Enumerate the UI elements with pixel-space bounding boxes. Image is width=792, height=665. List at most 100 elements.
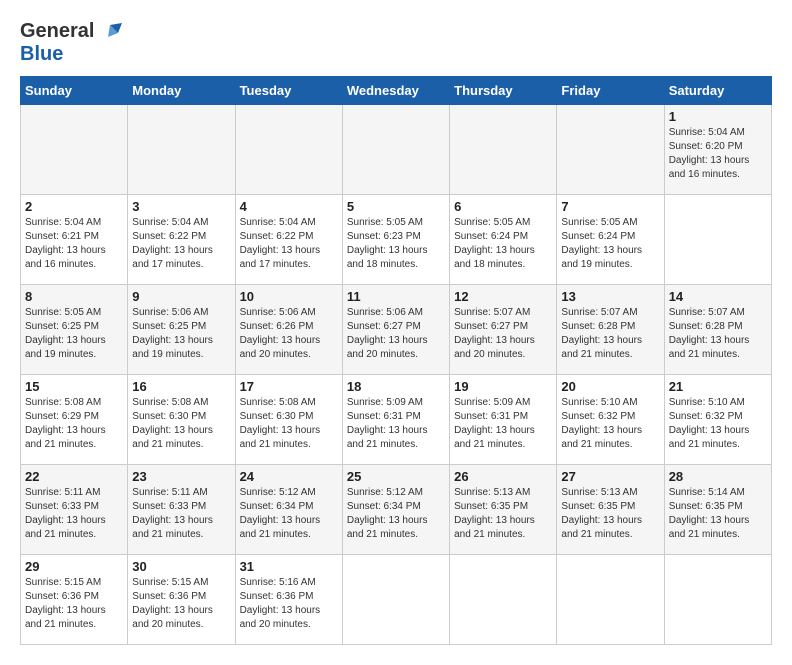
day-info: Sunrise: 5:15 AMSunset: 6:36 PMDaylight:… — [132, 576, 230, 632]
weekday-header: Saturday — [664, 77, 771, 105]
calendar-cell — [557, 555, 664, 645]
calendar-cell: 7 Sunrise: 5:05 AMSunset: 6:24 PMDaylight… — [557, 195, 664, 285]
day-number: 17 — [240, 379, 338, 394]
day-info: Sunrise: 5:05 AMSunset: 6:24 PMDaylight:… — [561, 216, 659, 272]
calendar-cell: 9 Sunrise: 5:06 AMSunset: 6:25 PMDaylight… — [128, 285, 235, 375]
day-info: Sunrise: 5:09 AMSunset: 6:31 PMDaylight:… — [347, 396, 445, 452]
day-number: 13 — [561, 289, 659, 304]
calendar-week-row: 22Sunrise: 5:11 AMSunset: 6:33 PMDayligh… — [21, 465, 772, 555]
weekday-header: Tuesday — [235, 77, 342, 105]
day-number: 1 — [669, 109, 767, 124]
day-number: 15 — [25, 379, 123, 394]
calendar-cell: 20 Sunrise: 5:10 AMSunset: 6:32 PMDayligh… — [557, 375, 664, 465]
calendar-cell: 19 Sunrise: 5:09 AMSunset: 6:31 PMDayligh… — [450, 375, 557, 465]
calendar-cell — [342, 105, 449, 195]
calendar-table: SundayMondayTuesdayWednesdayThursdayFrid… — [20, 76, 772, 645]
logo-text: General Blue — [20, 20, 122, 66]
calendar-cell: 15 Sunrise: 5:08 AMSunset: 6:29 PMDayligh… — [21, 375, 128, 465]
logo-bird-icon — [100, 23, 122, 41]
day-info: Sunrise: 5:09 AMSunset: 6:31 PMDaylight:… — [454, 396, 552, 452]
calendar-week-row: 2 Sunrise: 5:04 AMSunset: 6:21 PMDaylight… — [21, 195, 772, 285]
day-number: 23 — [132, 469, 230, 484]
calendar-cell: 6Sunrise: 5:05 AMSunset: 6:24 PMDaylight… — [450, 195, 557, 285]
day-number: 26 — [454, 469, 552, 484]
calendar-cell — [664, 195, 771, 285]
day-number: 8 — [25, 289, 123, 304]
day-info: Sunrise: 5:13 AMSunset: 6:35 PMDaylight:… — [454, 486, 552, 542]
calendar-cell: 27 Sunrise: 5:13 AMSunset: 6:35 PMDayligh… — [557, 465, 664, 555]
page-header: General Blue — [20, 20, 772, 66]
day-info: Sunrise: 5:13 AMSunset: 6:35 PMDaylight:… — [561, 486, 659, 542]
day-info: Sunrise: 5:07 AMSunset: 6:28 PMDaylight:… — [669, 306, 767, 362]
day-number: 24 — [240, 469, 338, 484]
calendar-cell: 5 Sunrise: 5:05 AMSunset: 6:23 PMDaylight… — [342, 195, 449, 285]
calendar-cell: 16 Sunrise: 5:08 AMSunset: 6:30 PMDayligh… — [128, 375, 235, 465]
day-info: Sunrise: 5:06 AMSunset: 6:25 PMDaylight:… — [132, 306, 230, 362]
day-number: 16 — [132, 379, 230, 394]
calendar-cell: 13 Sunrise: 5:07 AMSunset: 6:28 PMDayligh… — [557, 285, 664, 375]
day-number: 5 — [347, 199, 445, 214]
day-number: 29 — [25, 559, 123, 574]
calendar-cell: 23 Sunrise: 5:11 AMSunset: 6:33 PMDayligh… — [128, 465, 235, 555]
day-info: Sunrise: 5:04 AMSunset: 6:21 PMDaylight:… — [25, 216, 123, 272]
calendar-week-row: 29 Sunrise: 5:15 AMSunset: 6:36 PMDayligh… — [21, 555, 772, 645]
calendar-cell — [450, 555, 557, 645]
calendar-cell: 29 Sunrise: 5:15 AMSunset: 6:36 PMDayligh… — [21, 555, 128, 645]
day-info: Sunrise: 5:06 AMSunset: 6:26 PMDaylight:… — [240, 306, 338, 362]
day-number: 14 — [669, 289, 767, 304]
logo-blue: Blue — [20, 43, 122, 66]
calendar-cell: 12Sunrise: 5:07 AMSunset: 6:27 PMDayligh… — [450, 285, 557, 375]
day-info: Sunrise: 5:08 AMSunset: 6:30 PMDaylight:… — [132, 396, 230, 452]
day-info: Sunrise: 5:15 AMSunset: 6:36 PMDaylight:… — [25, 576, 123, 632]
day-number: 25 — [347, 469, 445, 484]
day-number: 19 — [454, 379, 552, 394]
calendar-cell — [235, 105, 342, 195]
day-number: 18 — [347, 379, 445, 394]
logo-general: General — [20, 20, 122, 43]
day-info: Sunrise: 5:05 AMSunset: 6:23 PMDaylight:… — [347, 216, 445, 272]
calendar-cell: 31 Sunrise: 5:16 AMSunset: 6:36 PMDayligh… — [235, 555, 342, 645]
day-number: 28 — [669, 469, 767, 484]
day-number: 20 — [561, 379, 659, 394]
day-info: Sunrise: 5:04 AMSunset: 6:20 PMDaylight:… — [669, 126, 767, 182]
calendar-cell: 8Sunrise: 5:05 AMSunset: 6:25 PMDaylight… — [21, 285, 128, 375]
day-info: Sunrise: 5:11 AMSunset: 6:33 PMDaylight:… — [25, 486, 123, 542]
day-number: 7 — [561, 199, 659, 214]
calendar-cell: 3Sunrise: 5:04 AMSunset: 6:22 PMDaylight… — [128, 195, 235, 285]
day-info: Sunrise: 5:16 AMSunset: 6:36 PMDaylight:… — [240, 576, 338, 632]
calendar-cell: 30 Sunrise: 5:15 AMSunset: 6:36 PMDayligh… — [128, 555, 235, 645]
weekday-header: Monday — [128, 77, 235, 105]
day-info: Sunrise: 5:08 AMSunset: 6:29 PMDaylight:… — [25, 396, 123, 452]
day-info: Sunrise: 5:08 AMSunset: 6:30 PMDaylight:… — [240, 396, 338, 452]
calendar-cell — [128, 105, 235, 195]
calendar-cell: 26 Sunrise: 5:13 AMSunset: 6:35 PMDayligh… — [450, 465, 557, 555]
calendar-cell: 10 Sunrise: 5:06 AMSunset: 6:26 PMDayligh… — [235, 285, 342, 375]
day-number: 9 — [132, 289, 230, 304]
day-info: Sunrise: 5:14 AMSunset: 6:35 PMDaylight:… — [669, 486, 767, 542]
day-number: 2 — [25, 199, 123, 214]
day-number: 10 — [240, 289, 338, 304]
calendar-cell: 28 Sunrise: 5:14 AMSunset: 6:35 PMDayligh… — [664, 465, 771, 555]
day-info: Sunrise: 5:07 AMSunset: 6:28 PMDaylight:… — [561, 306, 659, 362]
day-number: 3 — [132, 199, 230, 214]
day-number: 27 — [561, 469, 659, 484]
calendar-week-row: 8Sunrise: 5:05 AMSunset: 6:25 PMDaylight… — [21, 285, 772, 375]
calendar-cell — [664, 555, 771, 645]
calendar-cell: 18 Sunrise: 5:09 AMSunset: 6:31 PMDayligh… — [342, 375, 449, 465]
day-number: 30 — [132, 559, 230, 574]
day-info: Sunrise: 5:10 AMSunset: 6:32 PMDaylight:… — [561, 396, 659, 452]
calendar-week-row: 1 Sunrise: 5:04 AMSunset: 6:20 PMDaylight… — [21, 105, 772, 195]
calendar-cell: 14 Sunrise: 5:07 AMSunset: 6:28 PMDayligh… — [664, 285, 771, 375]
calendar-cell — [342, 555, 449, 645]
day-info: Sunrise: 5:11 AMSunset: 6:33 PMDaylight:… — [132, 486, 230, 542]
day-number: 12 — [454, 289, 552, 304]
calendar-cell: 22Sunrise: 5:11 AMSunset: 6:33 PMDayligh… — [21, 465, 128, 555]
calendar-cell: 25Sunrise: 5:12 AMSunset: 6:34 PMDayligh… — [342, 465, 449, 555]
calendar-cell: 1 Sunrise: 5:04 AMSunset: 6:20 PMDaylight… — [664, 105, 771, 195]
day-info: Sunrise: 5:04 AMSunset: 6:22 PMDaylight:… — [240, 216, 338, 272]
calendar-cell: 11Sunrise: 5:06 AMSunset: 6:27 PMDayligh… — [342, 285, 449, 375]
day-number: 31 — [240, 559, 338, 574]
day-number: 4 — [240, 199, 338, 214]
weekday-header: Wednesday — [342, 77, 449, 105]
day-number: 6 — [454, 199, 552, 214]
